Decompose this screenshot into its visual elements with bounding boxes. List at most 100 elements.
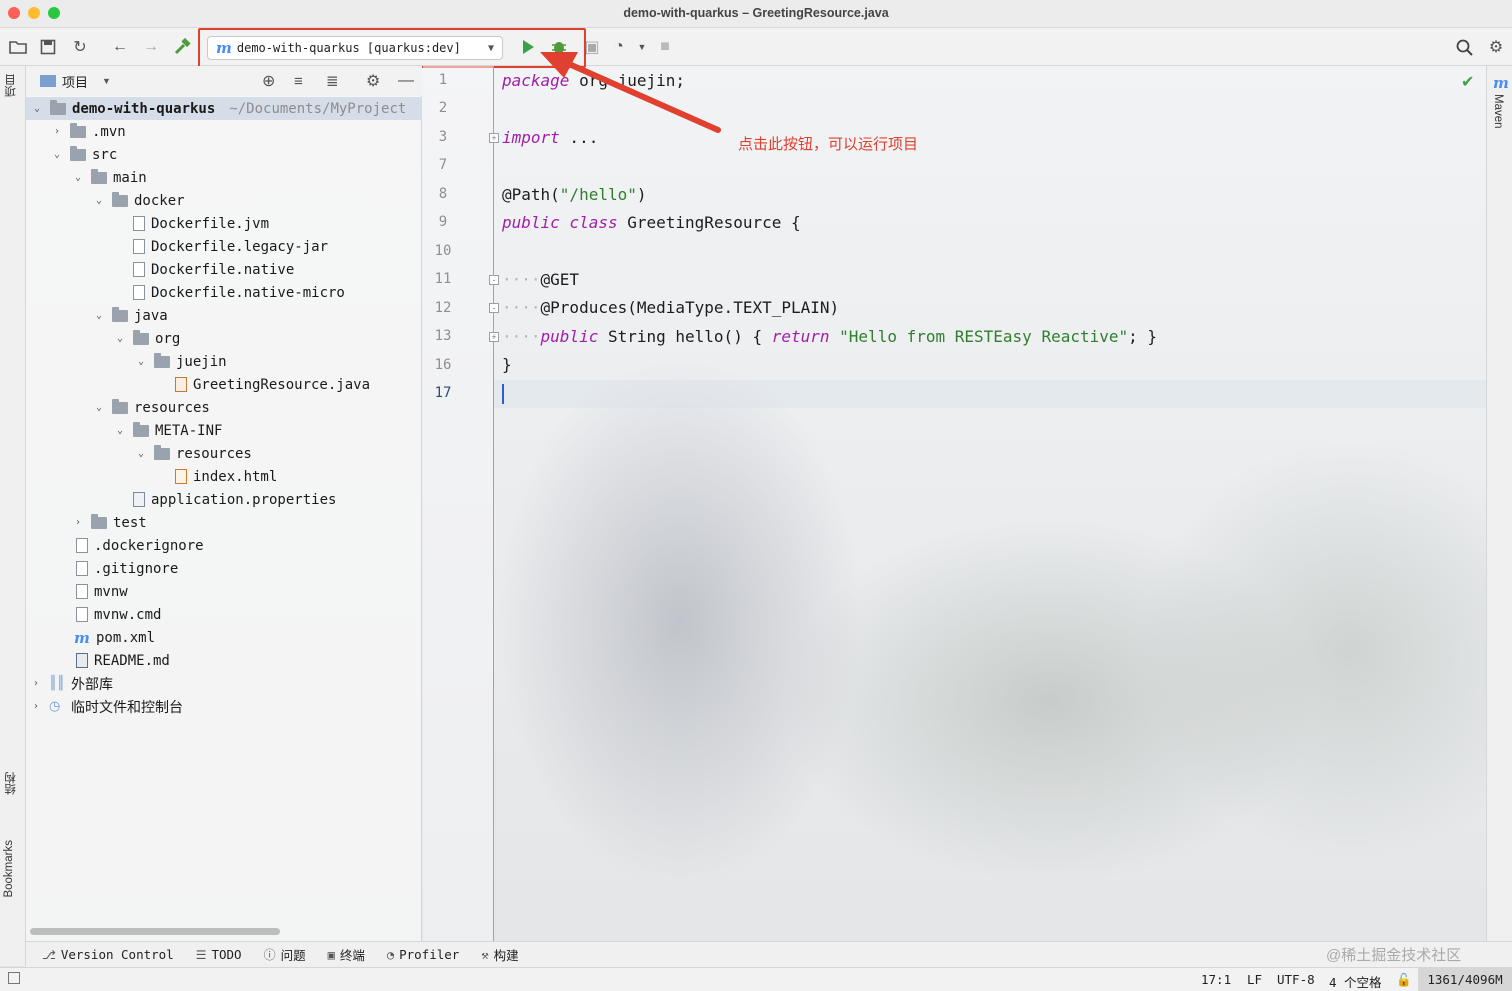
tree-item[interactable]: .gitignore	[76, 557, 178, 580]
tab-version-control[interactable]: ⎇ Version Control	[42, 947, 174, 962]
tree-item[interactable]: GreetingResource.java	[175, 373, 370, 396]
back-icon[interactable]: ←	[110, 37, 130, 57]
tree-item-label: org	[155, 330, 181, 347]
tab-terminal[interactable]: ▣ 终端	[328, 945, 365, 964]
tree-item-label: GreetingResource.java	[193, 376, 371, 393]
tree-item[interactable]: ⌄ resources	[134, 442, 252, 465]
toggle-tool-windows-icon[interactable]	[8, 972, 20, 984]
tab-structure[interactable]: 结构	[3, 772, 19, 795]
folder-icon	[133, 421, 149, 437]
tree-root[interactable]: ⌄ demo-with-quarkus ~/Documents/MyProjec…	[26, 97, 422, 120]
annotation-text: 点击此按钮，可以运行项目	[738, 136, 919, 153]
tree-item[interactable]: Dockerfile.native-micro	[133, 281, 345, 304]
tab-label: TODO	[211, 947, 242, 962]
lock-icon[interactable]: 🔓	[1396, 972, 1412, 988]
horizontal-scrollbar[interactable]	[30, 928, 280, 935]
build-hammer-icon[interactable]	[172, 37, 192, 57]
sync-icon[interactable]: ↻	[70, 37, 90, 57]
line-number: 1	[438, 72, 448, 88]
gear-icon[interactable]: ⚙	[366, 71, 380, 91]
indent-setting[interactable]: 4 个空格	[1329, 972, 1382, 991]
tree-item[interactable]: ⌄ docker	[92, 189, 185, 212]
tree-item[interactable]: Dockerfile.legacy-jar	[133, 235, 328, 258]
tree-item[interactable]: mvnw	[76, 580, 128, 603]
tab-build[interactable]: ⚒ 构建	[481, 945, 518, 964]
tree-item-label: Dockerfile.legacy-jar	[151, 238, 329, 255]
tab-profiler[interactable]: ◔ Profiler	[387, 947, 459, 962]
tree-item-label: .mvn	[92, 123, 126, 140]
tree-item[interactable]: ⌄ org	[113, 327, 180, 350]
caret-position[interactable]: 17:1	[1201, 972, 1231, 987]
tree-item[interactable]: › .mvn	[50, 120, 126, 143]
tree-item[interactable]: › test	[71, 511, 147, 534]
tree-item-label: mvnw.cmd	[94, 606, 162, 623]
tree-item[interactable]: ⌄ main	[71, 166, 147, 189]
locate-icon[interactable]: ⊕	[262, 71, 275, 91]
tab-maven[interactable]: Maven	[1492, 94, 1504, 129]
tree-item-label: resources	[176, 445, 252, 462]
file-icon	[133, 285, 145, 300]
line-number: 9	[438, 214, 448, 230]
code-line-11: ····@GET	[502, 270, 580, 289]
file-encoding[interactable]: UTF-8	[1277, 972, 1315, 987]
tab-todo[interactable]: ☰ TODO	[196, 947, 242, 962]
tab-project[interactable]: 项目	[3, 74, 19, 97]
gitignore-file-icon	[76, 561, 88, 576]
tree-item[interactable]: ⌄ juejin	[134, 350, 227, 373]
settings-icon[interactable]: ⚙	[1486, 37, 1506, 57]
tree-item[interactable]: ⌄ META-INF	[113, 419, 222, 442]
hammer-icon: ⚒	[481, 947, 489, 962]
tree-item[interactable]: index.html	[175, 465, 277, 488]
tree-item[interactable]: ⌄ src	[50, 143, 117, 166]
expand-all-icon[interactable]: ≡	[294, 73, 303, 90]
tree-item-label: Dockerfile.native-micro	[151, 284, 345, 301]
text-caret	[502, 384, 504, 404]
open-icon[interactable]	[8, 37, 28, 57]
chevron-down-icon: ⌄	[74, 172, 82, 183]
tree-item-label: 临时文件和控制台	[71, 699, 183, 716]
tree-item[interactable]: ⌄ java	[92, 304, 168, 327]
tree-item-label: Dockerfile.native	[151, 261, 295, 278]
line-number: 12	[434, 300, 452, 316]
file-icon	[133, 216, 145, 231]
tab-label: 终端	[339, 948, 365, 963]
search-icon[interactable]	[1454, 37, 1474, 57]
tree-item[interactable]: .dockerignore	[76, 534, 204, 557]
collapse-all-icon[interactable]: ≣	[326, 72, 339, 90]
tab-label: Profiler	[399, 947, 460, 962]
tree-item-label: META-INF	[155, 422, 223, 439]
chevron-down-icon: ⌄	[53, 149, 61, 160]
markdown-file-icon	[76, 653, 88, 668]
tree-item[interactable]: Dockerfile.jvm	[133, 212, 269, 235]
chevron-down-icon: ⌄	[137, 356, 145, 367]
profiler-icon: ◔	[386, 947, 395, 962]
tree-item[interactable]: › ◷ 临时文件和控制台	[29, 695, 183, 718]
tree-item[interactable]: application.properties	[133, 488, 336, 511]
tree-item[interactable]: README.md	[76, 649, 170, 672]
chevron-down-icon: ⌄	[33, 103, 41, 114]
memory-indicator[interactable]: 1361/4096M	[1418, 968, 1512, 991]
status-bar: 17:1 LF UTF-8 4 个空格 🔓 1361/4096M	[0, 967, 1512, 991]
project-header-label[interactable]: 项目	[62, 72, 88, 91]
maven-icon: m	[1493, 74, 1509, 92]
tab-bookmarks[interactable]: Bookmarks	[3, 840, 15, 898]
tree-item[interactable]: m pom.xml	[74, 626, 155, 649]
tab-problems[interactable]: ⓘ 问题	[264, 945, 306, 964]
tree-item[interactable]: ⌄ resources	[92, 396, 210, 419]
line-separator[interactable]: LF	[1247, 972, 1262, 987]
file-icon	[76, 584, 88, 599]
minimize-panel-icon[interactable]: —	[398, 72, 414, 90]
code-line-8: @Path("/hello")	[502, 185, 647, 204]
tree-item[interactable]: › ║║ 外部库	[29, 672, 113, 695]
tree-item[interactable]: mvnw.cmd	[76, 603, 161, 626]
code-editor[interactable]: package org.juejin; import ... @Path("/h…	[494, 66, 1486, 941]
inspection-ok-icon[interactable]: ✔	[1461, 72, 1474, 92]
folder-icon	[112, 306, 128, 322]
forward-icon[interactable]: →	[141, 37, 161, 57]
tree-item-label: Dockerfile.jvm	[151, 215, 270, 232]
line-number: 11	[434, 271, 452, 287]
save-icon[interactable]	[38, 37, 58, 57]
tree-item[interactable]: Dockerfile.native	[133, 258, 294, 281]
tree-item-label: index.html	[193, 468, 278, 485]
chevron-down-icon[interactable]: ▼	[102, 76, 111, 86]
